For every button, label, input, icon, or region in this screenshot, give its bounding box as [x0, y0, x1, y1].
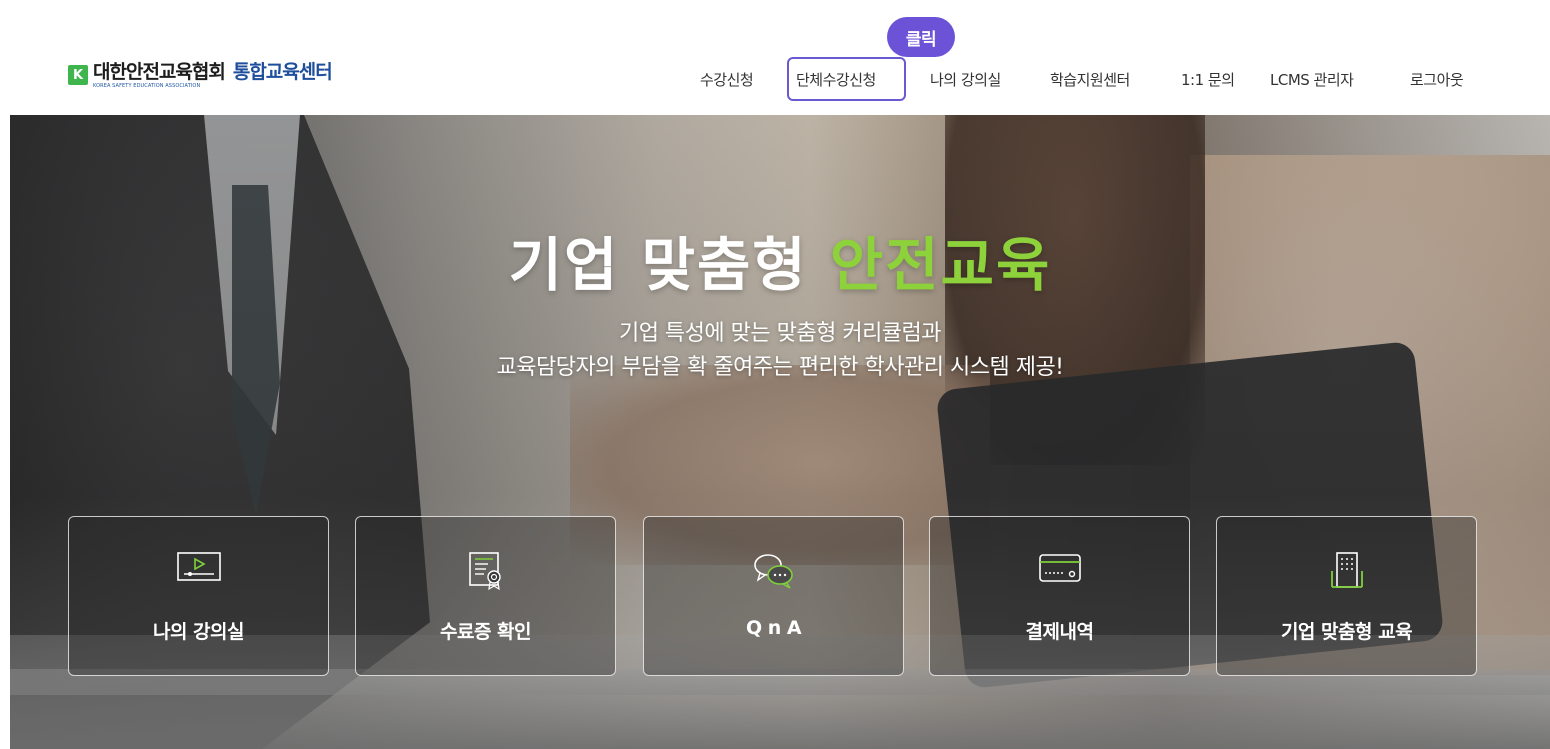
card-label: 나의 강의실 — [152, 621, 245, 643]
nav-item-course-apply[interactable]: 수강신청 — [700, 68, 754, 92]
card-corporate-education[interactable]: 기업 맞춤형 교육 — [1216, 516, 1477, 676]
card-label: 기업 맞춤형 교육 — [1280, 621, 1413, 643]
nav-item-inquiry[interactable]: 1:1 문의 — [1181, 68, 1235, 92]
hero-subtitle: 기업 특성에 맞는 맞춤형 커리큘럼과 교육담당자의 부담을 확 줄여주는 편리… — [10, 317, 1550, 385]
quick-menu-cards: 나의 강의실 수료증 확인 Q n A 결제내역 기업 맞춤형 교육 — [10, 516, 1550, 676]
hero-title-accent: 안전교육 — [829, 231, 1052, 299]
credit-card-icon — [930, 551, 1189, 591]
main-nav: 수강신청 단체수강신청 나의 강의실 학습지원센터 1:1 문의 LCMS 관리… — [0, 68, 1550, 92]
hero-bottom-fade — [10, 669, 1550, 749]
hero-title-main: 기업 맞춤형 — [508, 231, 830, 299]
card-label: 결제내역 — [1025, 621, 1094, 643]
hero-title: 기업 맞춤형 안전교육 — [10, 218, 1550, 302]
card-qna[interactable]: Q n A — [643, 516, 904, 676]
card-certificate[interactable]: 수료증 확인 — [355, 516, 616, 676]
card-label: 수료증 확인 — [439, 621, 532, 643]
certificate-icon — [356, 551, 615, 591]
nav-item-lcms-admin[interactable]: LCMS 관리자 — [1270, 68, 1354, 92]
nav-item-logout[interactable]: 로그아웃 — [1410, 68, 1464, 92]
card-my-classroom[interactable]: 나의 강의실 — [68, 516, 329, 676]
click-annotation-badge: 클릭 — [887, 17, 955, 57]
site-header: K 대한안전교육협회 KOREA SAFETY EDUCATION ASSOCI… — [0, 0, 1550, 115]
chat-bubbles-icon — [644, 551, 903, 591]
hero-subtitle-line2: 교육담당자의 부담을 확 줄여주는 편리한 학사관리 시스템 제공! — [496, 355, 1064, 380]
card-label: Q n A — [745, 617, 802, 639]
building-icon — [1217, 551, 1476, 591]
video-player-icon — [69, 551, 328, 591]
nav-item-my-classroom[interactable]: 나의 강의실 — [930, 68, 1001, 92]
card-payment-history[interactable]: 결제내역 — [929, 516, 1190, 676]
hero-subtitle-line1: 기업 특성에 맞는 맞춤형 커리큘럼과 — [618, 321, 942, 346]
nav-highlight-box — [787, 57, 906, 101]
hero-banner: 기업 맞춤형 안전교육 기업 특성에 맞는 맞춤형 커리큘럼과 교육담당자의 부… — [10, 115, 1550, 749]
nav-item-learning-support[interactable]: 학습지원센터 — [1050, 68, 1130, 92]
